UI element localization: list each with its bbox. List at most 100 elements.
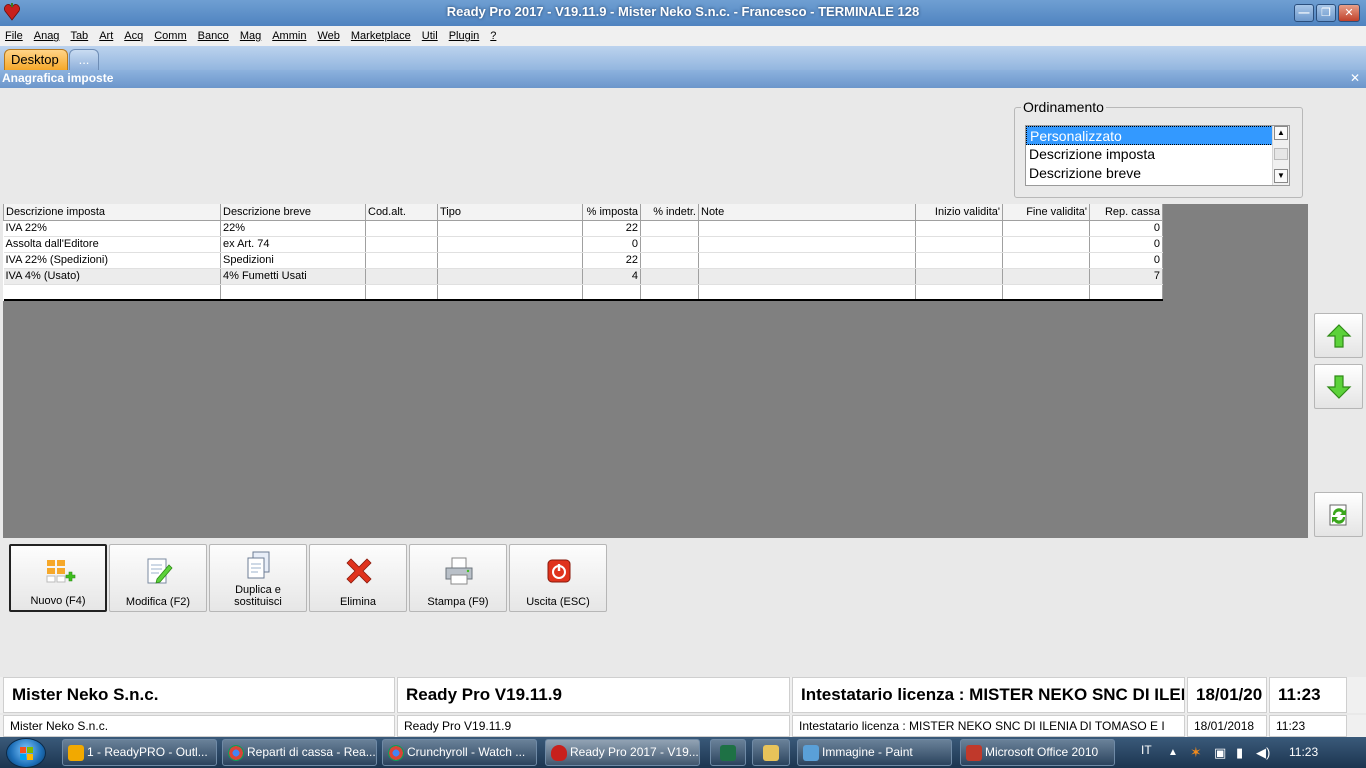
table-cell[interactable]: ex Art. 74	[220, 236, 366, 253]
volume-icon[interactable]: ◀)	[1256, 737, 1270, 768]
close-window-button[interactable]: ✕	[1338, 4, 1360, 22]
table-cell[interactable]: 22	[582, 220, 641, 237]
table-cell[interactable]	[640, 284, 699, 301]
menu-mag[interactable]: Mag	[240, 30, 261, 42]
column-header[interactable]: Rep. cassa	[1089, 204, 1163, 221]
table-cell[interactable]: IVA 22% (Spedizioni)	[3, 252, 221, 269]
tab-more[interactable]: ...	[69, 49, 99, 70]
start-button[interactable]	[6, 738, 46, 768]
table-cell[interactable]	[1089, 284, 1163, 301]
elimina-button[interactable]: Elimina	[309, 544, 407, 612]
table-row[interactable]: IVA 22% 22% 22 0	[3, 220, 1163, 237]
nuovo-button[interactable]: Nuovo (F4)	[9, 544, 107, 612]
duplica-button[interactable]: Duplica e sostituisci	[209, 544, 307, 612]
column-header[interactable]: Descrizione breve	[220, 204, 366, 221]
menu-tab[interactable]: Tab	[70, 30, 88, 42]
table-cell[interactable]	[640, 220, 699, 237]
scroll-up-icon[interactable]: ▲	[1274, 126, 1288, 140]
table-cell[interactable]	[365, 284, 438, 301]
menu-util[interactable]: Util	[422, 30, 438, 42]
device-icon[interactable]: ▣	[1214, 737, 1226, 768]
menu-web[interactable]: Web	[317, 30, 339, 42]
ordinamento-option[interactable]: Personalizzato	[1026, 126, 1289, 145]
menu-anag[interactable]: Anag	[34, 30, 60, 42]
menu-file[interactable]: File	[5, 30, 23, 42]
refresh-button[interactable]	[1314, 492, 1363, 537]
table-cell[interactable]	[640, 268, 699, 285]
taskbar-excel[interactable]	[710, 739, 746, 766]
menu-marketplace[interactable]: Marketplace	[351, 30, 411, 42]
table-cell[interactable]	[437, 236, 583, 253]
form-close-button[interactable]: ✕	[1350, 71, 1360, 85]
table-cell[interactable]	[365, 220, 438, 237]
ordinamento-scrollbar[interactable]: ▲ ▼	[1272, 126, 1289, 185]
table-cell[interactable]: 4% Fumetti Usati	[220, 268, 366, 285]
table-cell[interactable]	[698, 284, 916, 301]
tab-desktop[interactable]: Desktop	[4, 49, 68, 70]
system-clock[interactable]: 11:23	[1289, 737, 1318, 768]
table-cell[interactable]	[640, 252, 699, 269]
table-cell[interactable]	[437, 252, 583, 269]
table-cell[interactable]: Assolta dall'Editore	[3, 236, 221, 253]
table-cell[interactable]: 7	[1089, 268, 1163, 285]
table-cell[interactable]	[915, 236, 1003, 253]
table-cell[interactable]: 0	[1089, 220, 1163, 237]
minimize-button[interactable]: —	[1294, 4, 1314, 22]
menu-help[interactable]: ?	[490, 30, 496, 42]
table-cell[interactable]	[640, 236, 699, 253]
ordinamento-option[interactable]: Descrizione breve	[1026, 164, 1289, 183]
avast-icon[interactable]: ✶	[1190, 737, 1202, 768]
column-header[interactable]: Cod.alt.	[365, 204, 438, 221]
table-cell[interactable]	[698, 220, 916, 237]
taskbar-readypro[interactable]: Ready Pro 2017 - V19...	[545, 739, 700, 766]
column-header[interactable]: % imposta	[582, 204, 641, 221]
maximize-button[interactable]: ❐	[1316, 4, 1336, 22]
table-cell[interactable]	[437, 268, 583, 285]
menu-comm[interactable]: Comm	[154, 30, 186, 42]
stampa-button[interactable]: Stampa (F9)	[409, 544, 507, 612]
table-cell[interactable]	[437, 220, 583, 237]
table-cell[interactable]: IVA 22%	[3, 220, 221, 237]
taskbar-explorer[interactable]	[752, 739, 790, 766]
table-cell[interactable]: IVA 4% (Usato)	[3, 268, 221, 285]
modifica-button[interactable]: Modifica (F2)	[109, 544, 207, 612]
menu-acq[interactable]: Acq	[124, 30, 143, 42]
table-cell[interactable]	[1002, 236, 1090, 253]
scroll-thumb[interactable]	[1274, 148, 1288, 160]
table-cell[interactable]	[915, 220, 1003, 237]
table-cell[interactable]	[1002, 252, 1090, 269]
table-cell[interactable]	[220, 284, 366, 301]
column-header[interactable]: Fine validita'	[1002, 204, 1090, 221]
move-down-button[interactable]	[1314, 364, 1363, 409]
table-cell[interactable]	[915, 268, 1003, 285]
table-cell[interactable]: 0	[1089, 236, 1163, 253]
scroll-down-icon[interactable]: ▼	[1274, 169, 1288, 183]
tray-expand-icon[interactable]: ▲	[1168, 737, 1178, 768]
table-cell[interactable]	[915, 284, 1003, 301]
column-header[interactable]: % indetr.	[640, 204, 699, 221]
column-header[interactable]: Tipo	[437, 204, 583, 221]
table-cell[interactable]: 22	[582, 252, 641, 269]
table-row-new[interactable]	[3, 284, 1163, 301]
table-cell[interactable]	[1002, 284, 1090, 301]
table-cell[interactable]: 4	[582, 268, 641, 285]
table-cell[interactable]	[582, 284, 641, 301]
table-cell[interactable]: Spedizioni	[220, 252, 366, 269]
taskbar-chrome-reparti[interactable]: Reparti di cassa - Rea...	[222, 739, 377, 766]
table-cell[interactable]	[437, 284, 583, 301]
table-cell[interactable]: 22%	[220, 220, 366, 237]
table-cell[interactable]: 0	[582, 236, 641, 253]
ordinamento-listbox[interactable]: Personalizzato Descrizione imposta Descr…	[1025, 125, 1290, 186]
table-cell[interactable]	[3, 284, 221, 301]
column-header[interactable]: Note	[698, 204, 916, 221]
table-cell[interactable]	[698, 252, 916, 269]
table-cell[interactable]	[365, 268, 438, 285]
table-row[interactable]: IVA 22% (Spedizioni) Spedizioni 22 0	[3, 252, 1163, 269]
ordinamento-option[interactable]: Descrizione imposta	[1026, 145, 1289, 164]
taskbar-office[interactable]: Microsoft Office 2010	[960, 739, 1115, 766]
taskbar-paint[interactable]: Immagine - Paint	[797, 739, 952, 766]
column-header[interactable]: Inizio validita'	[915, 204, 1003, 221]
menu-ammin[interactable]: Ammin	[272, 30, 306, 42]
table-cell[interactable]: 0	[1089, 252, 1163, 269]
table-cell[interactable]	[1002, 220, 1090, 237]
